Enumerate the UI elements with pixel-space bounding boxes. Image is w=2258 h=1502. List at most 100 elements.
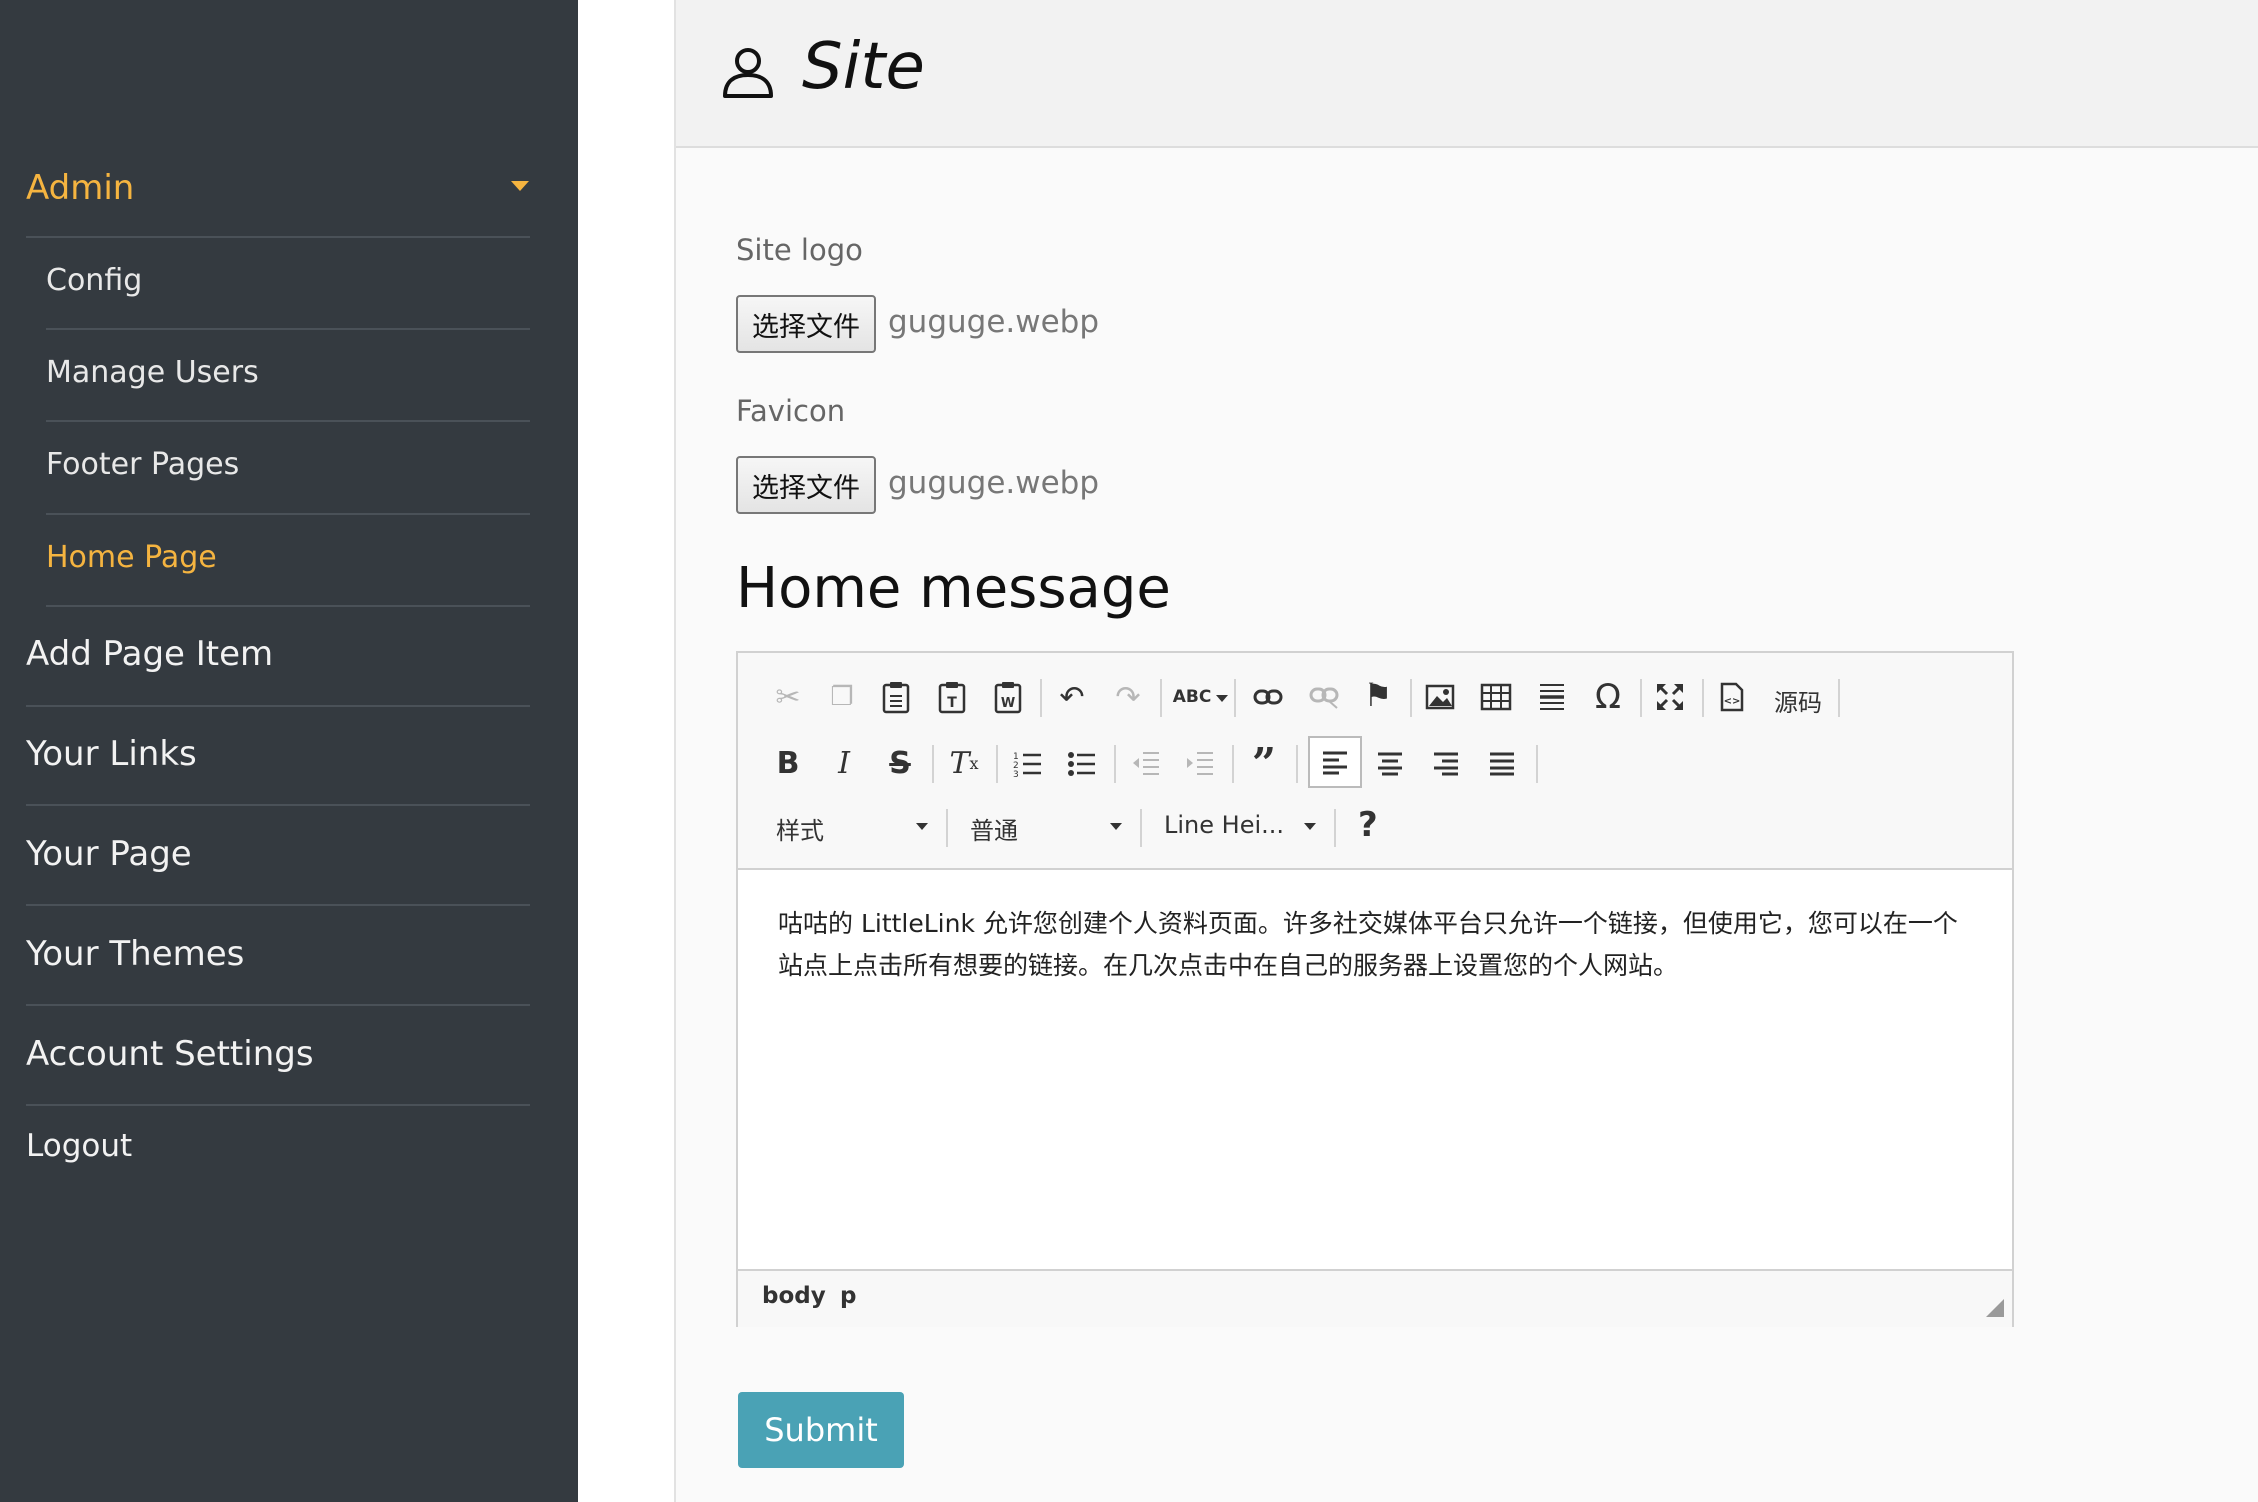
divider — [46, 420, 530, 422]
path-p[interactable]: p — [840, 1283, 856, 1309]
chevron-down-icon[interactable] — [511, 181, 529, 191]
favicon-file-button[interactable]: 选择文件 — [736, 456, 876, 514]
table-icon[interactable] — [1474, 675, 1518, 719]
undo-icon[interactable]: ↶ — [1050, 675, 1094, 719]
paste-icon[interactable] — [874, 675, 918, 719]
divider — [26, 904, 530, 906]
divider — [46, 605, 530, 607]
card-header: Site — [676, 0, 2258, 148]
sidebar-item-manage-users[interactable]: Manage Users — [46, 355, 530, 390]
chevron-down-icon[interactable] — [1216, 695, 1228, 702]
toolbar-separator — [946, 809, 948, 847]
remove-format-icon[interactable]: Tx — [942, 741, 986, 785]
spellcheck-icon[interactable]: ABC — [1170, 675, 1214, 719]
italic-icon[interactable]: I — [822, 741, 866, 785]
align-right-icon[interactable] — [1424, 741, 1468, 785]
toolbar-separator — [1640, 679, 1642, 717]
paste-text-icon[interactable]: T — [930, 675, 974, 719]
horizontal-rule-icon[interactable] — [1530, 675, 1574, 719]
divider — [26, 1104, 530, 1106]
toolbar-separator — [932, 745, 934, 783]
unlink-icon[interactable] — [1302, 675, 1346, 719]
site-logo-label: Site logo — [736, 233, 863, 267]
source-button[interactable]: 源码 — [1774, 683, 1822, 718]
svg-text:T: T — [947, 695, 957, 711]
resize-handle-icon[interactable] — [1986, 1299, 2004, 1317]
sidebar-item-admin[interactable]: Admin — [26, 168, 530, 208]
sidebar-item-your-themes[interactable]: Your Themes — [26, 934, 530, 974]
editor-content[interactable]: 咕咕的 LittleLink 允许您创建个人资料页面。许多社交媒体平台只允许一个… — [778, 903, 1978, 987]
toolbar-separator — [1234, 679, 1236, 717]
maximize-icon[interactable] — [1648, 675, 1692, 719]
toolbar-separator — [1140, 809, 1142, 847]
blockquote-icon[interactable]: ” — [1242, 739, 1286, 788]
sidebar-item-your-links[interactable]: Your Links — [26, 734, 530, 774]
link-icon[interactable] — [1246, 675, 1290, 719]
divider — [26, 1004, 530, 1006]
svg-text:W: W — [1001, 696, 1015, 711]
content-gutter — [578, 0, 674, 1502]
favicon-file-name: guguge.webp — [888, 465, 1100, 501]
favicon-label: Favicon — [736, 394, 846, 428]
toolbar-separator — [1334, 809, 1336, 847]
format-dropdown[interactable]: 普通 — [970, 811, 1018, 846]
line-height-dropdown[interactable]: Line Hei... — [1164, 811, 1284, 839]
toolbar-separator — [1232, 745, 1234, 783]
numbered-list-icon[interactable]: 123 — [1006, 741, 1050, 785]
sidebar-item-home-page[interactable]: Home Page — [46, 540, 530, 575]
site-logo-file-button[interactable]: 选择文件 — [736, 295, 876, 353]
paste-word-icon[interactable]: W — [986, 675, 1030, 719]
help-icon[interactable]: ? — [1358, 805, 1378, 845]
styles-dropdown[interactable]: 样式 — [776, 811, 824, 846]
toolbar-separator — [1410, 679, 1412, 717]
toolbar-separator — [1040, 679, 1042, 717]
sidebar-item-your-page[interactable]: Your Page — [26, 834, 530, 874]
site-logo-file-name: guguge.webp — [888, 304, 1100, 340]
toolbar-separator — [1702, 679, 1704, 717]
divider — [26, 804, 530, 806]
source-icon[interactable]: <> — [1710, 675, 1754, 719]
redo-icon[interactable]: ↷ — [1106, 675, 1150, 719]
align-left-icon[interactable] — [1308, 736, 1362, 788]
cut-icon[interactable]: ✂ — [766, 675, 810, 719]
toolbar-separator — [996, 745, 998, 783]
sidebar: Admin Config Manage Users Footer Pages H… — [0, 0, 578, 1502]
svg-text:3: 3 — [1013, 770, 1019, 777]
page-title: Site — [802, 30, 925, 104]
editor-toolbar: ✂ ❐ T W ↶ ↷ ABC ⚑ Ω <> 源码 B I S T x 1 2 … — [738, 653, 2012, 870]
strikethrough-icon[interactable]: S — [878, 741, 922, 785]
bullet-list-icon[interactable] — [1060, 741, 1104, 785]
toolbar-separator — [1296, 745, 1298, 783]
sidebar-item-logout[interactable]: Logout — [26, 1128, 530, 1164]
image-icon[interactable] — [1418, 675, 1462, 719]
anchor-flag-icon[interactable]: ⚑ — [1356, 673, 1400, 717]
submit-button[interactable]: Submit — [738, 1392, 904, 1468]
indent-icon[interactable] — [1178, 741, 1222, 785]
bold-icon[interactable]: B — [766, 741, 810, 785]
sidebar-item-config[interactable]: Config — [46, 263, 530, 298]
special-char-icon[interactable]: Ω — [1586, 675, 1630, 719]
outdent-icon[interactable] — [1124, 741, 1168, 785]
copy-icon[interactable]: ❐ — [820, 675, 864, 719]
path-body[interactable]: body — [762, 1283, 826, 1309]
divider — [26, 236, 530, 238]
sidebar-item-add-page-item[interactable]: Add Page Item — [26, 634, 530, 674]
chevron-down-icon[interactable] — [1304, 823, 1316, 830]
align-center-icon[interactable] — [1368, 741, 1412, 785]
rich-text-editor: ✂ ❐ T W ↶ ↷ ABC ⚑ Ω <> 源码 B I S T x 1 2 … — [736, 651, 2014, 1327]
divider — [46, 328, 530, 330]
chevron-down-icon[interactable] — [1110, 823, 1122, 830]
align-justify-icon[interactable] — [1480, 741, 1524, 785]
user-icon — [723, 48, 773, 98]
home-message-title: Home message — [736, 556, 1171, 621]
sidebar-item-account-settings[interactable]: Account Settings — [26, 1034, 530, 1074]
toolbar-separator — [1838, 679, 1840, 717]
chevron-down-icon[interactable] — [916, 823, 928, 830]
divider — [46, 513, 530, 515]
sidebar-item-footer-pages[interactable]: Footer Pages — [46, 447, 530, 482]
divider — [26, 705, 530, 707]
svg-text:<>: <> — [1724, 696, 1741, 707]
toolbar-separator — [1536, 745, 1538, 783]
toolbar-separator — [1160, 679, 1162, 717]
editor-status-bar: body p — [738, 1269, 2012, 1327]
